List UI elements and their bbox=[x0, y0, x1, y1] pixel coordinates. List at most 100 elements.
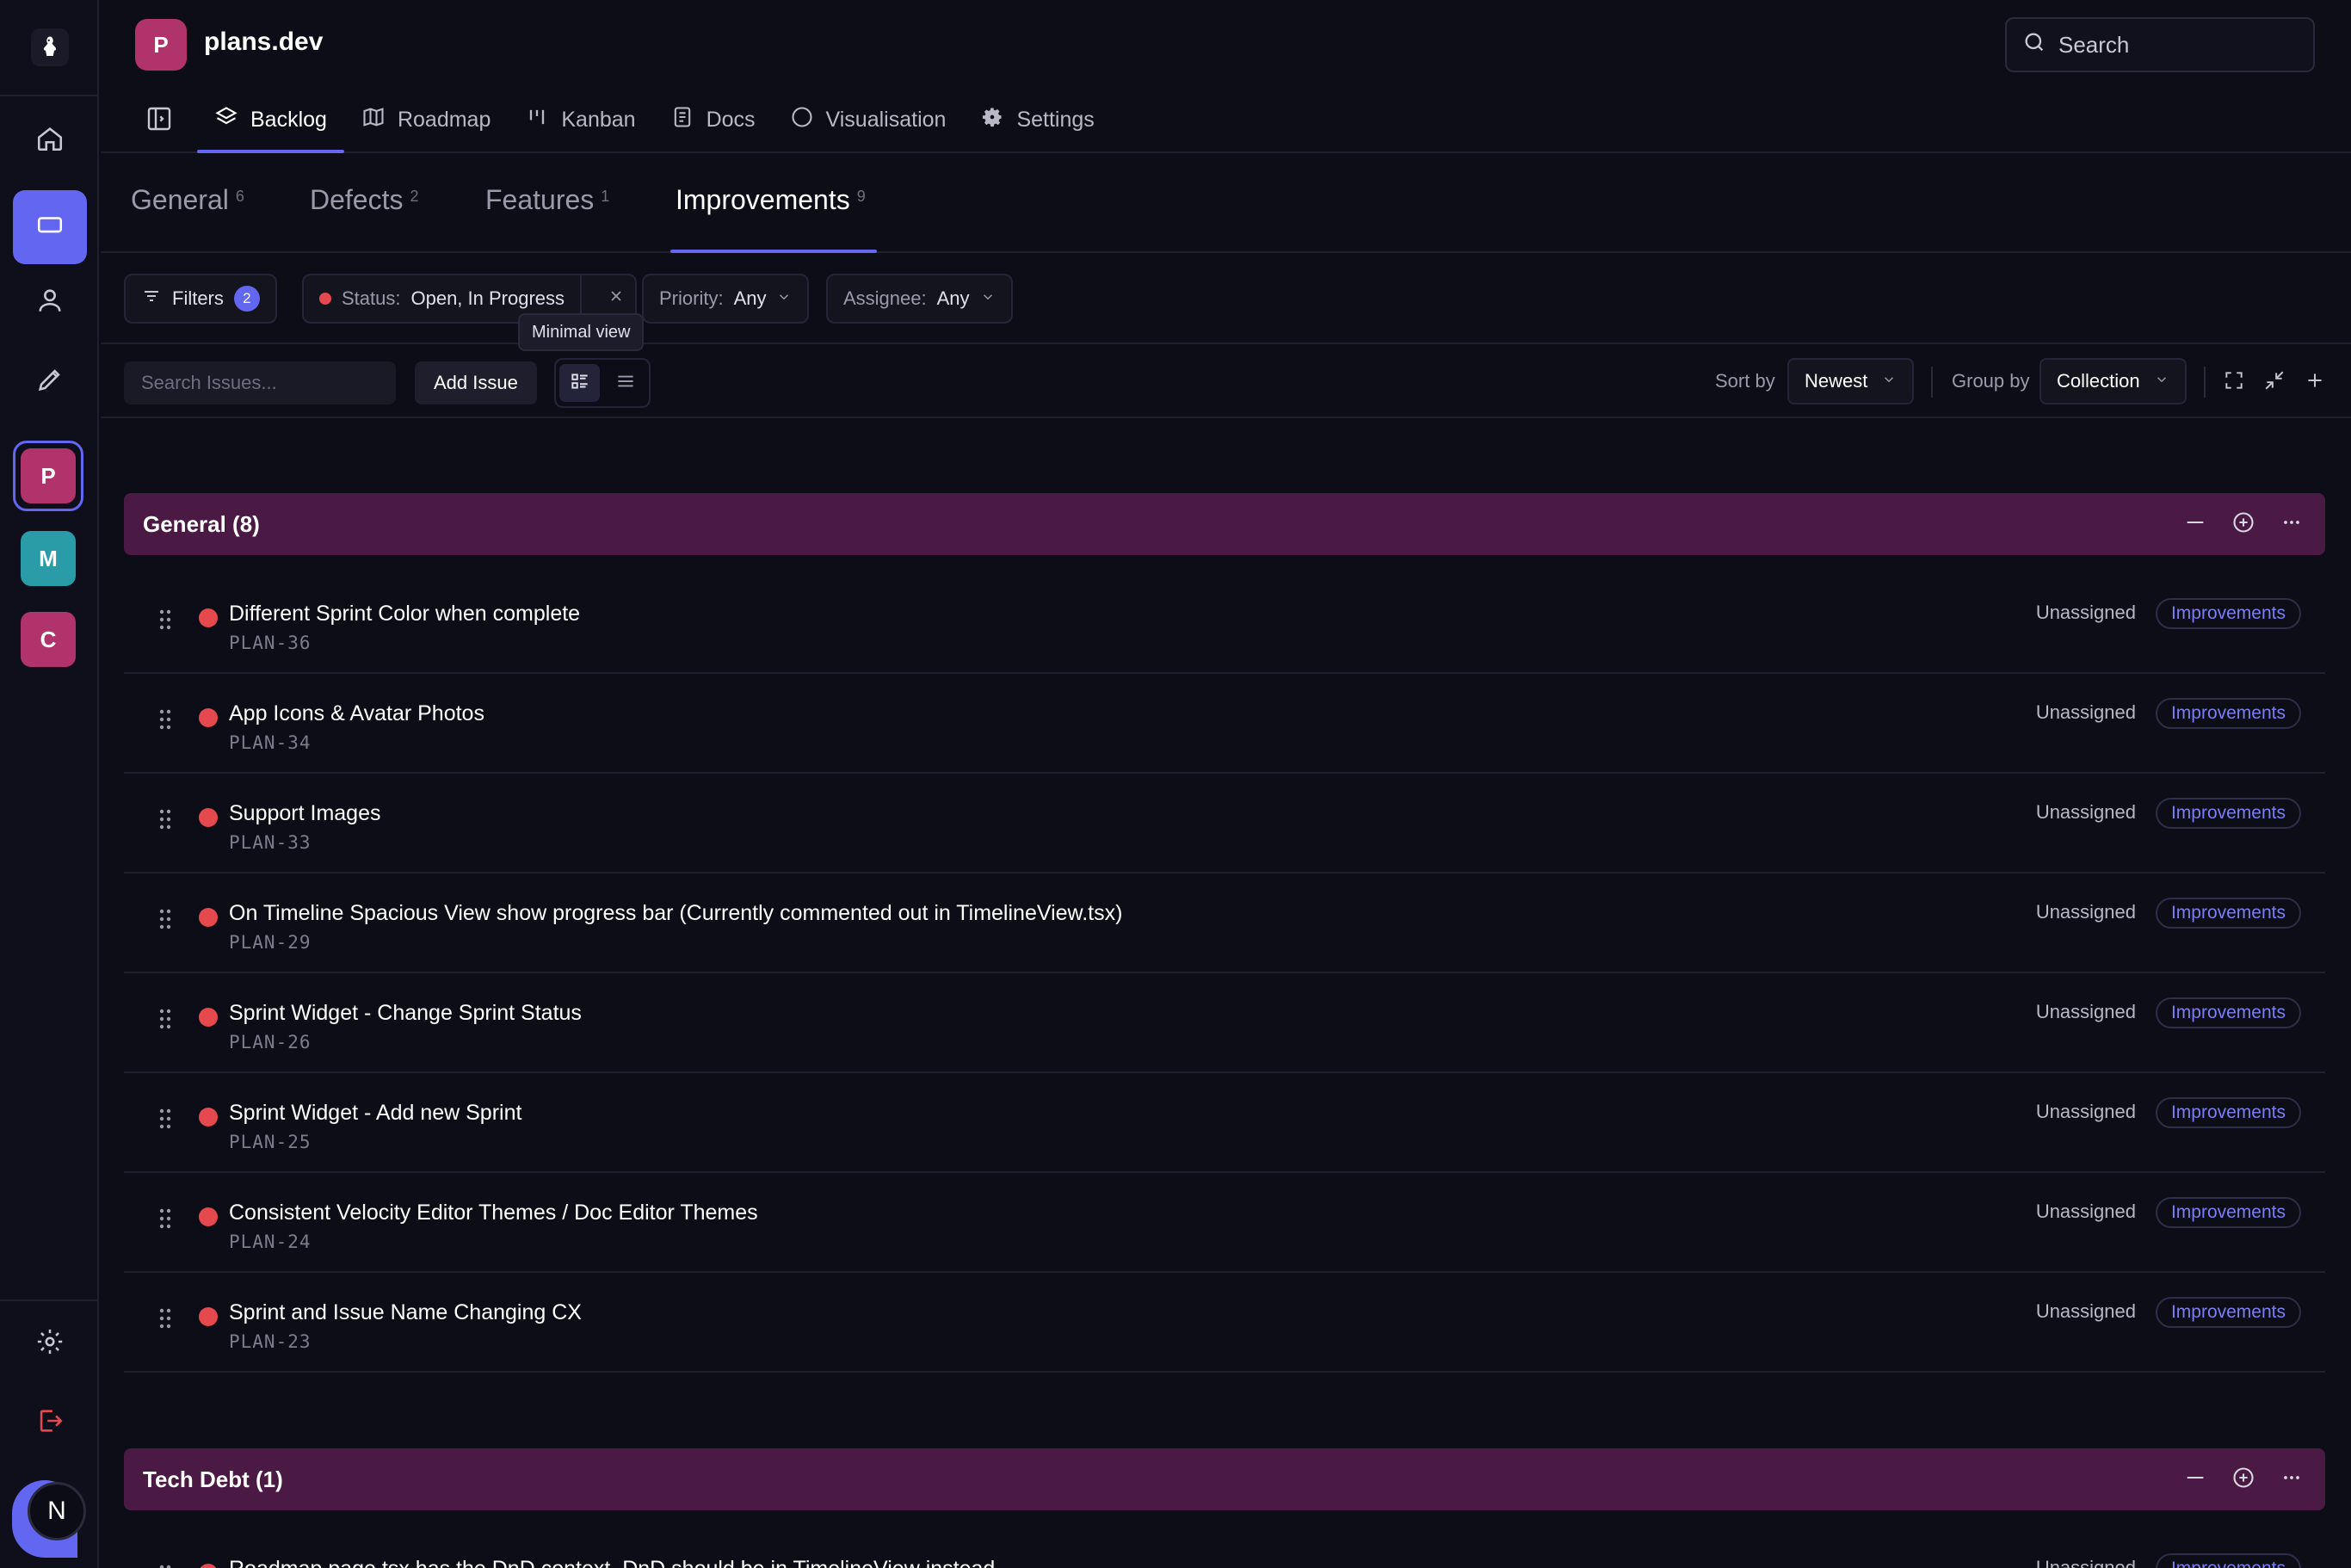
category-tab-defects[interactable]: Defects 2 bbox=[310, 184, 419, 216]
tab-settings[interactable]: Settings bbox=[963, 91, 1111, 148]
drag-handle-icon[interactable] bbox=[158, 1108, 172, 1130]
issue-title[interactable]: Roadmap page.tsx has the DnD context. Dn… bbox=[229, 1557, 995, 1568]
list-view-button[interactable] bbox=[605, 364, 645, 402]
priority-dot[interactable] bbox=[199, 1108, 218, 1127]
category-tab-improvements[interactable]: Improvements 9 bbox=[676, 184, 866, 216]
project-m-button[interactable]: M bbox=[21, 531, 76, 586]
priority-dot[interactable] bbox=[199, 1307, 218, 1326]
tab-kanban[interactable]: Kanban bbox=[508, 91, 652, 148]
project-badge[interactable]: P bbox=[135, 19, 187, 71]
issue-title[interactable]: Support Images bbox=[229, 801, 381, 826]
app-logo[interactable] bbox=[0, 0, 99, 96]
tab-visualisation[interactable]: Visualisation bbox=[773, 91, 964, 148]
issue-title[interactable]: App Icons & Avatar Photos bbox=[229, 701, 484, 726]
tab-docs[interactable]: Docs bbox=[653, 91, 773, 148]
project-c-button[interactable]: C bbox=[21, 612, 76, 667]
issue-type-tag[interactable]: Improvements bbox=[2155, 1097, 2301, 1128]
add-issue-to-group-button[interactable] bbox=[2229, 509, 2258, 539]
minimal-view-button[interactable] bbox=[559, 364, 600, 402]
drag-handle-icon[interactable] bbox=[158, 908, 172, 930]
issue-type-tag[interactable]: Improvements bbox=[2155, 1553, 2301, 1568]
drag-handle-icon[interactable] bbox=[158, 1008, 172, 1030]
issue-row[interactable]: App Icons & Avatar Photos PLAN-34 Unassign… bbox=[124, 674, 2325, 774]
issue-row[interactable]: Different Sprint Color when complete PLAN… bbox=[124, 574, 2325, 674]
user-avatar[interactable]: N bbox=[28, 1482, 86, 1540]
issue-type-tag[interactable]: Improvements bbox=[2155, 1297, 2301, 1328]
issue-row[interactable]: Consistent Velocity Editor Themes / Doc … bbox=[124, 1173, 2325, 1273]
issue-assignee[interactable]: Unassigned bbox=[2036, 1001, 2136, 1023]
issue-type-tag[interactable]: Improvements bbox=[2155, 598, 2301, 629]
drag-handle-icon[interactable] bbox=[158, 708, 172, 731]
sidebar-settings-button[interactable] bbox=[13, 1306, 87, 1380]
add-issue-to-group-button[interactable] bbox=[2229, 1465, 2258, 1494]
sidebar-board-button[interactable] bbox=[13, 190, 87, 264]
issue-row[interactable]: Sprint Widget - Change Sprint Status PLAN… bbox=[124, 973, 2325, 1073]
drag-handle-icon[interactable] bbox=[158, 608, 172, 631]
issue-row[interactable]: Roadmap page.tsx has the DnD context. Dn… bbox=[124, 1529, 2325, 1568]
issue-assignee[interactable]: Unassigned bbox=[2036, 801, 2136, 824]
priority-dot[interactable] bbox=[199, 1008, 218, 1027]
issue-type-tag[interactable]: Improvements bbox=[2155, 798, 2301, 829]
issue-title[interactable]: Sprint and Issue Name Changing CX bbox=[229, 1300, 582, 1325]
issue-type-tag[interactable]: Improvements bbox=[2155, 898, 2301, 929]
priority-filter-chip[interactable]: Priority: Any bbox=[642, 274, 810, 324]
priority-dot[interactable] bbox=[199, 1207, 218, 1226]
group-more-button[interactable] bbox=[2277, 1465, 2306, 1494]
priority-dot[interactable] bbox=[199, 808, 218, 827]
issue-type-tag[interactable]: Improvements bbox=[2155, 997, 2301, 1028]
issue-row[interactable]: On Timeline Spacious View show progress … bbox=[124, 874, 2325, 973]
expand-all-button[interactable] bbox=[2218, 367, 2249, 398]
assignee-filter-chip[interactable]: Assignee: Any bbox=[826, 274, 1013, 324]
category-tab-features[interactable]: Features 1 bbox=[485, 184, 609, 216]
issue-type-tag[interactable]: Improvements bbox=[2155, 1197, 2301, 1228]
category-tab-general[interactable]: General 6 bbox=[131, 184, 244, 216]
issue-assignee[interactable]: Unassigned bbox=[2036, 701, 2136, 724]
tab-backlog[interactable]: Backlog bbox=[197, 91, 344, 153]
drag-handle-icon[interactable] bbox=[158, 1564, 172, 1568]
project-p-button[interactable]: P bbox=[21, 448, 76, 503]
collapse-group-button[interactable] bbox=[2181, 509, 2210, 539]
group-header[interactable]: Tech Debt (1) bbox=[124, 1448, 2325, 1510]
drag-handle-icon[interactable] bbox=[158, 808, 172, 830]
add-issue-button[interactable]: Add Issue bbox=[415, 361, 537, 404]
collapse-all-button[interactable] bbox=[2259, 367, 2290, 398]
group-more-button[interactable] bbox=[2277, 509, 2306, 539]
issue-assignee[interactable]: Unassigned bbox=[2036, 1557, 2136, 1568]
issue-type-tag[interactable]: Improvements bbox=[2155, 698, 2301, 729]
sidebar-members-button[interactable] bbox=[13, 265, 87, 339]
issue-search-input[interactable] bbox=[124, 361, 396, 404]
logout-button[interactable] bbox=[13, 1386, 87, 1460]
issue-assignee[interactable]: Unassigned bbox=[2036, 602, 2136, 624]
priority-dot[interactable] bbox=[199, 1564, 218, 1568]
issue-row[interactable]: Sprint Widget - Add new Sprint PLAN-25 Una… bbox=[124, 1073, 2325, 1173]
issue-title[interactable]: On Timeline Spacious View show progress … bbox=[229, 901, 1122, 926]
issue-row[interactable]: Support Images PLAN-33 Unassigned Improveme… bbox=[124, 774, 2325, 874]
issue-assignee[interactable]: Unassigned bbox=[2036, 901, 2136, 923]
issue-assignee[interactable]: Unassigned bbox=[2036, 1101, 2136, 1123]
collapse-group-button[interactable] bbox=[2181, 1465, 2210, 1494]
issue-title[interactable]: Different Sprint Color when complete bbox=[229, 602, 580, 627]
issue-title[interactable]: Consistent Velocity Editor Themes / Doc … bbox=[229, 1201, 758, 1225]
sidebar-toggle-button[interactable] bbox=[135, 96, 183, 145]
drag-handle-icon[interactable] bbox=[158, 1207, 172, 1230]
drag-handle-icon[interactable] bbox=[158, 1307, 172, 1330]
issue-title[interactable]: Sprint Widget - Add new Sprint bbox=[229, 1101, 521, 1126]
sidebar-home-button[interactable] bbox=[13, 103, 87, 177]
tab-roadmap[interactable]: Roadmap bbox=[344, 91, 508, 148]
issue-row[interactable]: Sprint and Issue Name Changing CX PLAN-23… bbox=[124, 1273, 2325, 1373]
issue-assignee[interactable]: Unassigned bbox=[2036, 1201, 2136, 1223]
sort-select[interactable]: Newest bbox=[1787, 358, 1915, 404]
filters-button[interactable]: Filters 2 bbox=[124, 274, 277, 324]
issue-assignee[interactable]: Unassigned bbox=[2036, 1300, 2136, 1323]
add-group-button[interactable] bbox=[2299, 367, 2330, 398]
group-select[interactable]: Collection bbox=[2039, 358, 2187, 404]
group-header[interactable]: General (8) bbox=[124, 493, 2325, 555]
sidebar-edit-button[interactable] bbox=[13, 344, 87, 418]
priority-dot[interactable] bbox=[199, 608, 218, 627]
issue-title[interactable]: Sprint Widget - Change Sprint Status bbox=[229, 1001, 582, 1026]
priority-dot[interactable] bbox=[199, 708, 218, 727]
clear-status-filter-button[interactable] bbox=[597, 287, 635, 310]
gear-icon bbox=[980, 105, 1004, 135]
global-search[interactable]: Search bbox=[2005, 17, 2315, 72]
priority-dot[interactable] bbox=[199, 908, 218, 927]
